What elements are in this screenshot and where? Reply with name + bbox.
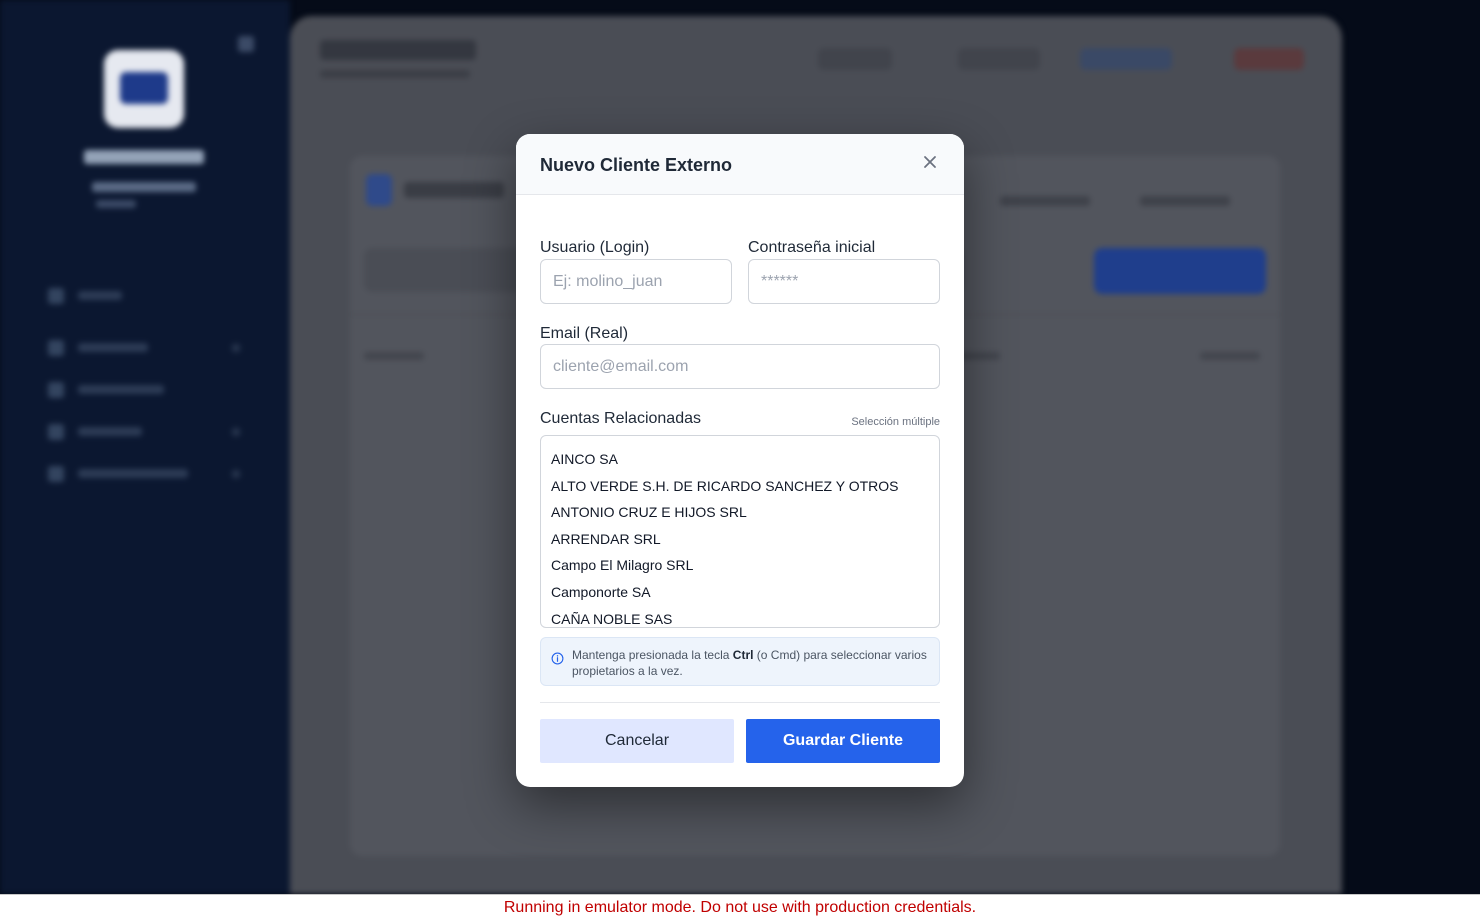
list-item[interactable]: ALTO VERDE S.H. DE RICARDO SANCHEZ Y OTR…: [541, 473, 939, 500]
sidebar-item: [48, 380, 248, 400]
info-box: Mantenga presionada la tecla Ctrl (o Cmd…: [540, 637, 940, 686]
header-button: [1080, 48, 1172, 70]
app-logo: [104, 50, 184, 128]
settings-icon: [48, 466, 64, 482]
brand-subtitle-placeholder: [92, 182, 196, 192]
list-item[interactable]: AINCO SA: [541, 446, 939, 473]
divider: [540, 702, 940, 703]
chevron-down-icon: [232, 470, 240, 478]
info-text: Mantenga presionada la tecla Ctrl (o Cmd…: [572, 647, 932, 679]
save-client-button[interactable]: Guardar Cliente: [746, 719, 940, 763]
sidebar: [0, 0, 290, 894]
table-header-cell: [1200, 352, 1260, 360]
card-tab: [1000, 196, 1090, 206]
home-icon: [48, 288, 64, 304]
table-header-cell: [364, 352, 424, 360]
modal-header: Nuevo Cliente Externo: [516, 134, 964, 195]
sidebar-item: [48, 422, 248, 442]
page-subtitle-placeholder: [320, 70, 470, 78]
info-key: Ctrl: [732, 648, 754, 662]
email-input[interactable]: [540, 344, 940, 389]
header-button: [1234, 48, 1304, 70]
modal-title: Nuevo Cliente Externo: [540, 155, 733, 175]
info-icon: [551, 652, 564, 665]
chevron-down-icon: [232, 344, 240, 352]
close-button[interactable]: [918, 150, 942, 174]
card-heading-placeholder: [404, 182, 504, 198]
sidebar-collapse-icon: [238, 36, 254, 52]
username-input[interactable]: [540, 259, 732, 304]
settings-icon: [366, 174, 392, 206]
page-title-placeholder: [320, 40, 476, 60]
sidebar-item: [48, 338, 248, 358]
list-item[interactable]: ANTONIO CRUZ E HIJOS SRL: [541, 499, 939, 526]
email-label: Email (Real): [540, 325, 629, 342]
document-icon: [48, 382, 64, 398]
brand-name-placeholder: [84, 150, 204, 164]
card-tab: [1140, 196, 1230, 206]
sidebar-item: [48, 464, 248, 484]
info-text-before: Mantenga presionada la tecla: [572, 648, 733, 662]
chevron-down-icon: [232, 428, 240, 436]
list-item[interactable]: CAÑA NOBLE SAS: [541, 606, 939, 627]
username-label: Usuario (Login): [540, 239, 650, 256]
brand-version-placeholder: [96, 200, 136, 208]
folder-icon: [48, 340, 64, 356]
list-item[interactable]: Camponorte SA: [541, 579, 939, 606]
list-item[interactable]: ARRENDAR SRL: [541, 526, 939, 553]
header-button: [818, 48, 892, 70]
multi-select-hint: Selección múltiple: [851, 416, 940, 428]
close-icon: [924, 156, 936, 168]
cancel-button[interactable]: Cancelar: [540, 719, 734, 763]
list-item[interactable]: Campo El Milagro SRL: [541, 552, 939, 579]
password-label: Contraseña inicial: [748, 239, 876, 256]
accounts-label: Cuentas Relacionadas: [540, 410, 701, 427]
emulator-warning-banner: Running in emulator mode. Do not use wit…: [0, 894, 1480, 920]
password-input[interactable]: [748, 259, 940, 304]
accounts-multiselect[interactable]: AINCO SA ALTO VERDE S.H. DE RICARDO SANC…: [540, 435, 940, 628]
header-button: [958, 48, 1040, 70]
card-new-button-placeholder: [1094, 248, 1266, 294]
new-client-modal: Nuevo Cliente Externo Usuario (Login) Co…: [516, 134, 964, 787]
chart-icon: [48, 424, 64, 440]
sidebar-item: [48, 286, 248, 306]
